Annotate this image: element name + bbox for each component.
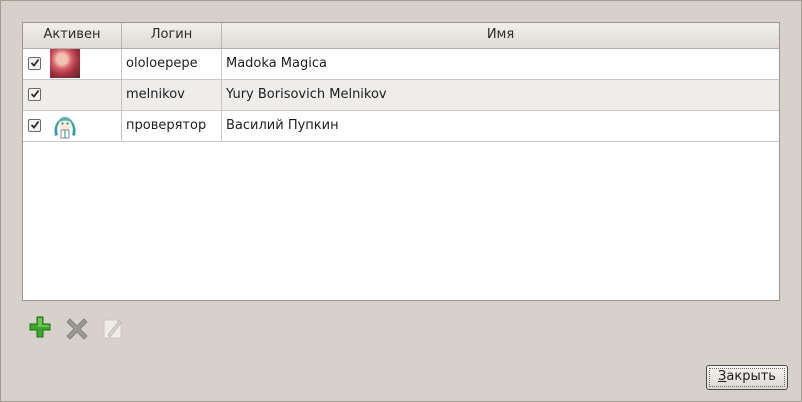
name-cell[interactable]: Yury Borisovich Melnikov	[222, 80, 779, 110]
active-cell	[23, 49, 122, 79]
active-checkbox[interactable]	[28, 88, 41, 101]
edit-user-button[interactable]	[100, 315, 126, 341]
active-checkbox[interactable]	[28, 119, 41, 132]
login-cell[interactable]: ololoepepe	[122, 49, 222, 79]
remove-user-button[interactable]	[64, 315, 90, 341]
add-user-button[interactable]	[28, 315, 54, 341]
active-cell	[23, 80, 122, 110]
active-checkbox[interactable]	[28, 57, 41, 70]
edit-page-icon	[103, 319, 122, 339]
table-header: Активен Логин Имя	[23, 23, 779, 49]
user-avatar	[50, 49, 80, 78]
name-cell[interactable]: Madoka Magica	[222, 49, 779, 79]
name-cell[interactable]: Василий Пупкин	[222, 111, 779, 141]
column-header-name[interactable]: Имя	[222, 23, 779, 48]
users-table: Активен Логин Имя ololoepepe Madoka Magi…	[22, 22, 780, 301]
column-header-login[interactable]: Логин	[122, 23, 222, 48]
login-cell[interactable]: проверятор	[122, 111, 222, 141]
table-row[interactable]: ololoepepe Madoka Magica	[23, 49, 779, 80]
login-cell[interactable]: melnikov	[122, 80, 222, 110]
table-row[interactable]: проверятор Василий Пупкин	[23, 111, 779, 142]
close-button[interactable]: Закрыть	[706, 365, 788, 390]
table-row[interactable]: melnikov Yury Borisovich Melnikov	[23, 80, 779, 111]
close-button-label: Закрыть	[718, 369, 776, 384]
active-cell	[23, 111, 122, 141]
delete-x-icon	[66, 318, 88, 340]
user-avatar	[54, 116, 76, 139]
column-header-active[interactable]: Активен	[23, 23, 122, 48]
plus-icon	[29, 316, 51, 338]
